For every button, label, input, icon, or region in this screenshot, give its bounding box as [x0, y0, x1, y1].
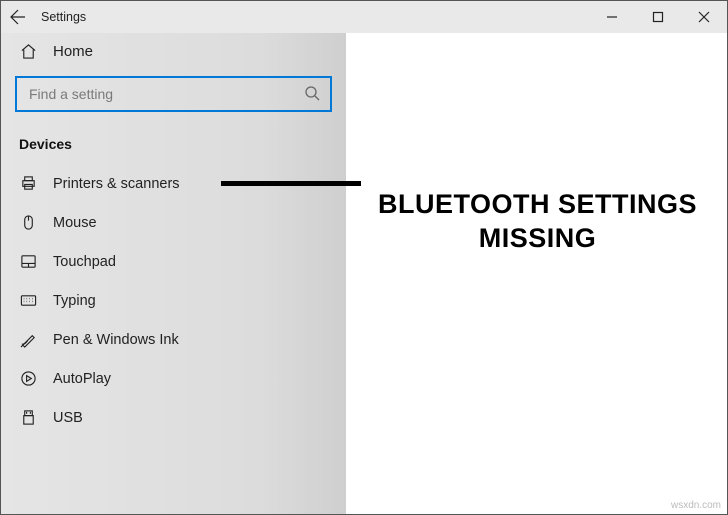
window-title: Settings [41, 10, 86, 24]
sidebar-item-typing[interactable]: Typing [1, 281, 346, 320]
autoplay-icon [19, 370, 37, 387]
sidebar-item-label: Typing [53, 293, 96, 309]
touchpad-icon [19, 253, 37, 270]
sidebar-item-mouse[interactable]: Mouse [1, 203, 346, 242]
pen-icon [19, 331, 37, 348]
sidebar-item-pen[interactable]: Pen & Windows Ink [1, 320, 346, 359]
close-button[interactable] [681, 1, 727, 33]
sidebar-item-autoplay[interactable]: AutoPlay [1, 359, 346, 398]
sidebar-item-printers[interactable]: Printers & scanners [1, 164, 346, 203]
sidebar-item-label: Pen & Windows Ink [53, 332, 179, 348]
titlebar: Settings [1, 1, 727, 33]
back-icon[interactable] [9, 9, 27, 25]
home-icon [19, 43, 37, 60]
keyboard-icon [19, 292, 37, 309]
sidebar: Home Devices Printers & scanners Mouse [1, 33, 346, 514]
search-icon [304, 85, 320, 104]
mouse-icon [19, 214, 37, 231]
minimize-button[interactable] [589, 1, 635, 33]
search-box[interactable] [15, 76, 332, 112]
sidebar-item-label: Printers & scanners [53, 176, 180, 192]
printer-icon [19, 175, 37, 192]
home-label: Home [53, 43, 93, 60]
category-header: Devices [1, 122, 346, 164]
sidebar-item-label: USB [53, 410, 83, 426]
usb-icon [19, 409, 37, 426]
sidebar-item-label: AutoPlay [53, 371, 111, 387]
sidebar-item-touchpad[interactable]: Touchpad [1, 242, 346, 281]
content-area: BLUETOOTH SETTINGS MISSING wsxdn.com [346, 33, 727, 514]
watermark: wsxdn.com [671, 500, 721, 511]
sidebar-item-home[interactable]: Home [1, 33, 346, 70]
sidebar-item-usb[interactable]: USB [1, 398, 346, 437]
sidebar-item-label: Touchpad [53, 254, 116, 270]
search-input[interactable] [27, 85, 304, 103]
annotation-text: BLUETOOTH SETTINGS MISSING [348, 188, 727, 256]
maximize-button[interactable] [635, 1, 681, 33]
sidebar-item-label: Mouse [53, 215, 97, 231]
